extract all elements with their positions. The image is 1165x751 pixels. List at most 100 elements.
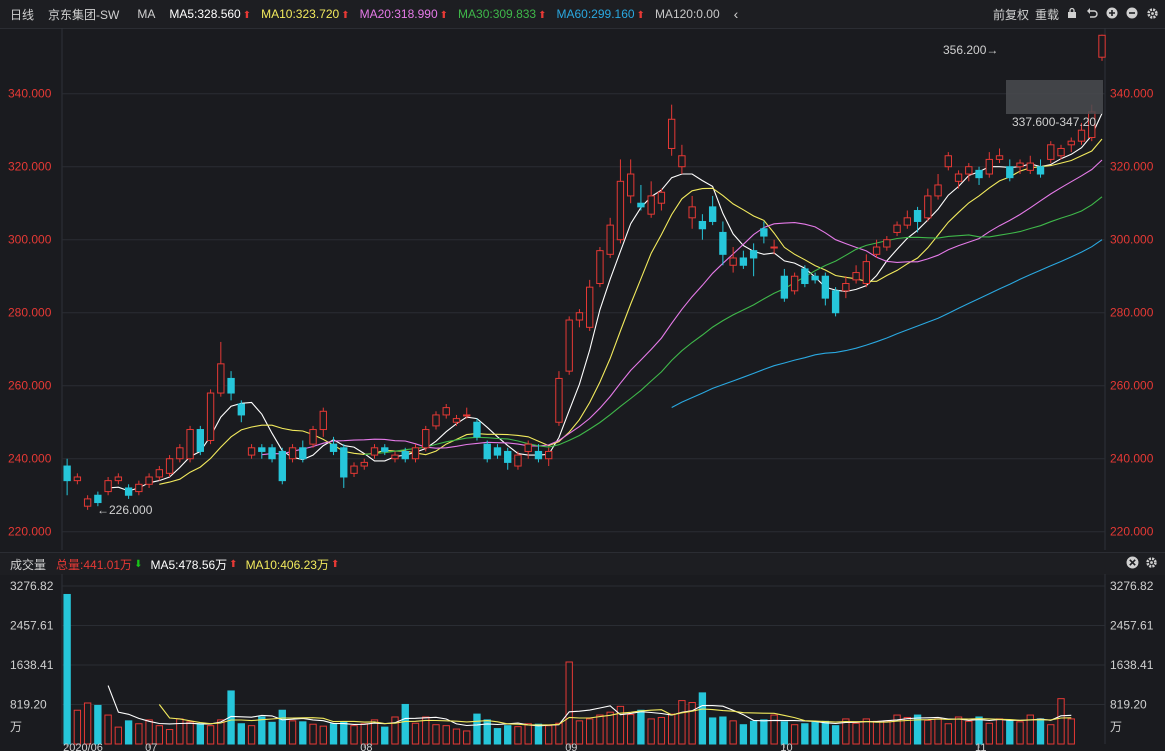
close-panel-icon[interactable]	[1126, 556, 1139, 572]
volume-bar	[288, 720, 297, 745]
candle	[903, 217, 911, 226]
volume-bar	[729, 720, 737, 745]
candle	[360, 461, 368, 467]
date-label: 10	[780, 742, 792, 751]
adjust-button[interactable]: 前复权	[993, 6, 1029, 23]
volume-bar	[985, 722, 993, 745]
volume-bar	[555, 722, 563, 745]
price-tick-right: 280.000	[1110, 306, 1154, 320]
candle	[667, 118, 676, 149]
volume-bar	[114, 726, 123, 745]
candle	[883, 239, 891, 248]
volume-bar	[176, 718, 184, 745]
price-tick-right: 240.000	[1110, 452, 1154, 466]
volume-bar	[749, 720, 758, 745]
price-tick-right: 300.000	[1110, 233, 1154, 247]
price-tick-left: 340.000	[8, 87, 52, 101]
volume-bar	[719, 716, 727, 745]
volume-bar	[104, 714, 112, 745]
volume-bar	[1067, 718, 1075, 745]
price-tick-left: 320.000	[8, 160, 52, 174]
date-label: 09	[565, 742, 577, 751]
candle	[124, 487, 133, 496]
candle	[1047, 144, 1055, 160]
date-label: 07	[145, 742, 157, 751]
candle	[94, 494, 102, 504]
candle	[801, 268, 809, 285]
volume-bar	[626, 714, 635, 745]
candle	[114, 476, 123, 482]
volume-bar	[995, 718, 1004, 745]
volume-bar	[504, 725, 512, 745]
zoom-out-icon[interactable]	[1125, 7, 1139, 21]
candle	[299, 447, 307, 460]
candle	[831, 290, 840, 314]
volume-bar	[186, 721, 194, 745]
candle	[708, 206, 717, 222]
candle	[965, 166, 973, 175]
candle	[237, 403, 245, 416]
volume-tick-right: 1638.41	[1110, 658, 1154, 672]
candle	[770, 246, 778, 249]
period-label[interactable]: 日线	[10, 6, 34, 23]
candle	[586, 286, 594, 328]
high-annotation: 356.200→	[943, 43, 998, 57]
candle	[135, 483, 143, 493]
price-tick-right: 220.000	[1110, 525, 1154, 539]
zoom-in-icon[interactable]	[1105, 7, 1119, 21]
ma60-label: MA60:299.160 ⬆	[556, 7, 645, 21]
price-tick-left: 260.000	[8, 379, 52, 393]
candle	[1057, 147, 1065, 157]
stock-name: 京东集团-SW	[48, 7, 120, 22]
candle	[1026, 162, 1034, 171]
undo-icon[interactable]	[1085, 7, 1099, 21]
candle	[719, 231, 727, 255]
ma30-label: MA30:309.833 ⬆	[458, 7, 547, 21]
date-label: 11	[975, 742, 986, 751]
candle	[206, 392, 215, 441]
volume-bar	[667, 713, 676, 745]
candle	[616, 180, 625, 241]
volume-bar	[319, 725, 327, 745]
volume-bar	[411, 722, 420, 745]
candle	[155, 469, 164, 478]
reload-button[interactable]: 重载	[1035, 6, 1059, 23]
ma-line-ma20	[261, 159, 1103, 456]
candle	[288, 447, 297, 460]
candle	[596, 250, 604, 285]
volume-bar	[801, 723, 809, 745]
volume-bar	[340, 721, 348, 745]
ma10-label: MA10:323.720 ⬆	[261, 7, 350, 21]
ma-label[interactable]: MA	[137, 7, 155, 21]
candle	[258, 447, 266, 452]
volume-bar	[934, 718, 942, 745]
candle	[555, 377, 563, 423]
volume-bar	[678, 700, 686, 745]
volume-bar	[124, 720, 133, 745]
volume-bar	[657, 716, 666, 745]
volume-bar	[206, 725, 215, 745]
candle	[227, 377, 235, 394]
candle	[606, 224, 614, 255]
price-tick-left: 280.000	[8, 306, 52, 320]
collapse-arrow-icon[interactable]: ‹	[734, 6, 739, 22]
volume-tick-right: 2457.61	[1110, 618, 1154, 632]
candle	[340, 447, 348, 478]
candle	[165, 458, 174, 474]
settings-icon[interactable]	[1145, 7, 1159, 21]
volume-bar	[586, 718, 594, 745]
volume-bar	[606, 711, 614, 745]
price-chart[interactable]: 340.000 340.000 320.000 320.000 300.000 300.0…	[0, 28, 1165, 552]
volume-tick-left: 1638.41	[10, 658, 54, 672]
lock-icon[interactable]	[1065, 7, 1079, 21]
price-tick-left: 220.000	[8, 525, 52, 539]
candle	[83, 498, 92, 507]
volume-chart[interactable]: 3276.82 3276.82 2457.61 2457.61 1638.41 1638.…	[0, 574, 1165, 751]
volume-bar	[565, 661, 573, 745]
volume-bar	[1047, 724, 1055, 745]
volume-bar	[432, 724, 440, 745]
volume-tick-left: 819.20	[10, 697, 47, 711]
volume-bar	[688, 702, 696, 745]
candle	[63, 465, 71, 482]
volume-settings-icon[interactable]	[1145, 556, 1158, 572]
